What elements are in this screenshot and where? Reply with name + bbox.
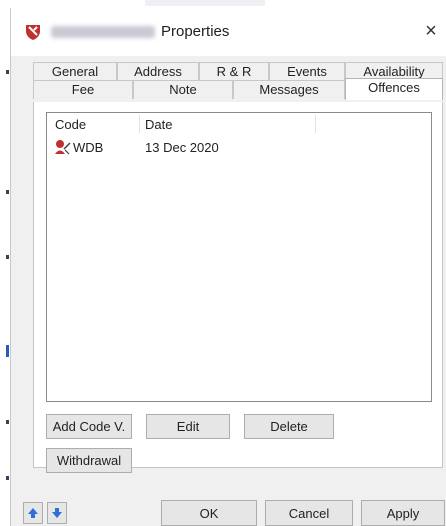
- app-shield-icon: [26, 25, 40, 40]
- tab-note[interactable]: Note: [133, 80, 233, 99]
- move-down-button[interactable]: [47, 502, 67, 524]
- ok-button[interactable]: OK: [161, 500, 257, 526]
- window-title: Properties: [161, 23, 230, 40]
- offence-icon: [55, 140, 71, 155]
- edge-mark: [6, 476, 9, 480]
- tab-r-and-r[interactable]: R & R: [199, 62, 269, 81]
- tab-row-2: Fee Note Messages Offences: [33, 78, 443, 100]
- withdrawal-button[interactable]: Withdrawal: [46, 448, 132, 473]
- list-item[interactable]: WDB 13 Dec 2020: [47, 137, 431, 157]
- edge-mark: [6, 255, 9, 259]
- redacted-title-prefix: [51, 26, 155, 38]
- move-up-button[interactable]: [23, 502, 43, 524]
- arrow-up-icon: [28, 508, 38, 518]
- edge-mark: [6, 70, 9, 74]
- tab-address[interactable]: Address: [117, 62, 199, 81]
- add-code-button[interactable]: Add Code V.: [46, 414, 132, 439]
- column-separator: [139, 115, 140, 133]
- tab-events[interactable]: Events: [269, 62, 345, 81]
- cancel-button[interactable]: Cancel: [265, 500, 353, 526]
- title-bar[interactable]: Properties ×: [11, 8, 446, 56]
- properties-dialog: Properties × General Address R & R Event…: [10, 8, 446, 526]
- edge-mark: [6, 345, 9, 357]
- tab-fee[interactable]: Fee: [33, 80, 133, 99]
- list-header: Code Date: [47, 113, 431, 135]
- offences-panel: Code Date WDB 13 Dec 2020 Add Code V. Ed…: [33, 102, 443, 473]
- arrow-down-icon: [52, 508, 62, 518]
- edit-button[interactable]: Edit: [146, 414, 230, 439]
- close-button[interactable]: ×: [415, 18, 446, 46]
- background-window-edge: [0, 0, 10, 526]
- column-header-code[interactable]: Code: [55, 117, 86, 132]
- apply-button[interactable]: Apply: [361, 500, 445, 526]
- edge-mark: [6, 190, 9, 194]
- tab-general[interactable]: General: [33, 62, 117, 81]
- background-window-top: [145, 0, 265, 6]
- tab-strip: General Address R & R Events Availabilit…: [33, 58, 443, 102]
- tab-messages[interactable]: Messages: [233, 80, 345, 99]
- delete-button[interactable]: Delete: [244, 414, 334, 439]
- column-separator: [315, 115, 316, 133]
- offence-code: WDB: [73, 140, 104, 155]
- offence-date: 13 Dec 2020: [145, 140, 219, 155]
- edge-mark: [6, 420, 9, 424]
- offences-list[interactable]: Code Date WDB 13 Dec 2020: [46, 112, 432, 402]
- tab-offences[interactable]: Offences: [345, 78, 443, 100]
- column-header-date[interactable]: Date: [145, 117, 172, 132]
